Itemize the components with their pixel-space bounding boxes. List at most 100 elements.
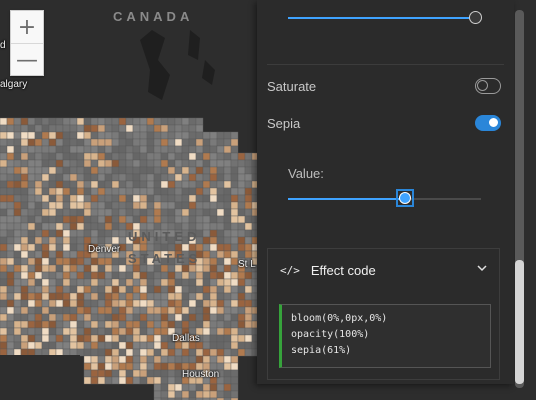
county-cell (195, 264, 204, 273)
county-cell (13, 334, 22, 343)
county-cell (34, 341, 43, 350)
county-cell (27, 138, 36, 147)
county-cell (230, 229, 239, 238)
county-cell (13, 229, 22, 238)
value-slider[interactable] (288, 188, 481, 210)
county-cell (153, 264, 162, 273)
county-cell (174, 355, 183, 364)
slider-handle[interactable] (469, 11, 482, 24)
county-cell (34, 285, 43, 294)
county-cell (223, 355, 232, 364)
county-cell (41, 306, 50, 315)
county-cell (132, 264, 141, 273)
county-cell (216, 152, 225, 161)
county-cell (244, 327, 253, 336)
county-cell (55, 334, 64, 343)
county-cell (20, 124, 29, 133)
county-cell (48, 152, 57, 161)
saturate-toggle[interactable] (475, 78, 501, 94)
county-cell (97, 194, 106, 203)
county-cell (48, 215, 57, 224)
county-cell (195, 383, 204, 392)
county-cell (216, 187, 225, 196)
county-cell (153, 299, 162, 308)
county-cell (230, 299, 239, 308)
map-label-calgary: algary (0, 79, 28, 90)
county-cell (6, 348, 15, 357)
county-cell (118, 257, 127, 266)
county-cell (209, 348, 218, 357)
code-icon: </> (280, 263, 300, 277)
county-cell (244, 271, 253, 280)
county-cell (181, 124, 190, 133)
county-cell (0, 348, 8, 357)
chevron-down-icon[interactable] (477, 262, 487, 276)
panel-scrollbar[interactable] (515, 10, 524, 388)
county-cell (230, 390, 239, 399)
county-cell (27, 201, 36, 210)
zoom-out-button[interactable]: — (11, 43, 43, 76)
county-cell (20, 187, 29, 196)
county-cell (202, 166, 211, 175)
county-cell (83, 327, 92, 336)
county-cell (104, 180, 113, 189)
county-cell (48, 327, 57, 336)
county-cell (55, 180, 64, 189)
county-cell (55, 306, 64, 315)
county-cell (139, 299, 148, 308)
county-cell (146, 348, 155, 357)
county-cell (160, 341, 169, 350)
county-cell (41, 243, 50, 252)
county-cell (20, 334, 29, 343)
county-cell (132, 355, 141, 364)
county-cell (0, 243, 8, 252)
county-cell (160, 215, 169, 224)
county-cell (55, 264, 64, 273)
county-cell (223, 362, 232, 371)
county-cell (6, 152, 15, 161)
county-cell (160, 383, 169, 392)
county-cell (69, 278, 78, 287)
county-cell (76, 334, 85, 343)
county-cell (55, 278, 64, 287)
county-cell (6, 236, 15, 245)
county-cell (167, 264, 176, 273)
zoom-in-button[interactable]: + (11, 11, 43, 43)
scrollbar-thumb[interactable] (515, 260, 524, 384)
county-cell (153, 292, 162, 301)
county-cell (195, 159, 204, 168)
county-cell (237, 341, 246, 350)
county-cell (48, 180, 57, 189)
county-cell (202, 355, 211, 364)
county-cell (174, 124, 183, 133)
county-cell (34, 187, 43, 196)
sepia-toggle[interactable] (475, 115, 501, 131)
county-cell (118, 117, 127, 126)
top-slider[interactable] (288, 11, 482, 25)
effect-code-block: bloom(0%,0px,0%) opacity(100%) sepia(61%… (279, 304, 491, 368)
county-cell (104, 166, 113, 175)
county-cell (0, 292, 8, 301)
county-cell (174, 215, 183, 224)
county-cell (6, 131, 15, 140)
county-cell (132, 187, 141, 196)
county-cell (83, 313, 92, 322)
county-cell (69, 131, 78, 140)
county-cell (48, 124, 57, 133)
county-cell (34, 236, 43, 245)
county-cell (104, 362, 113, 371)
county-cell (111, 257, 120, 266)
county-cell (174, 201, 183, 210)
county-cell (181, 264, 190, 273)
slider-handle[interactable] (396, 189, 414, 207)
county-cell (237, 285, 246, 294)
effect-code-header[interactable]: </> Effect code (268, 249, 499, 291)
county-cell (237, 236, 246, 245)
county-cell (69, 341, 78, 350)
county-cell (0, 229, 8, 238)
county-cell (139, 145, 148, 154)
county-cell (125, 138, 134, 147)
county-cell (97, 201, 106, 210)
county-cell (202, 320, 211, 329)
county-cell (209, 285, 218, 294)
